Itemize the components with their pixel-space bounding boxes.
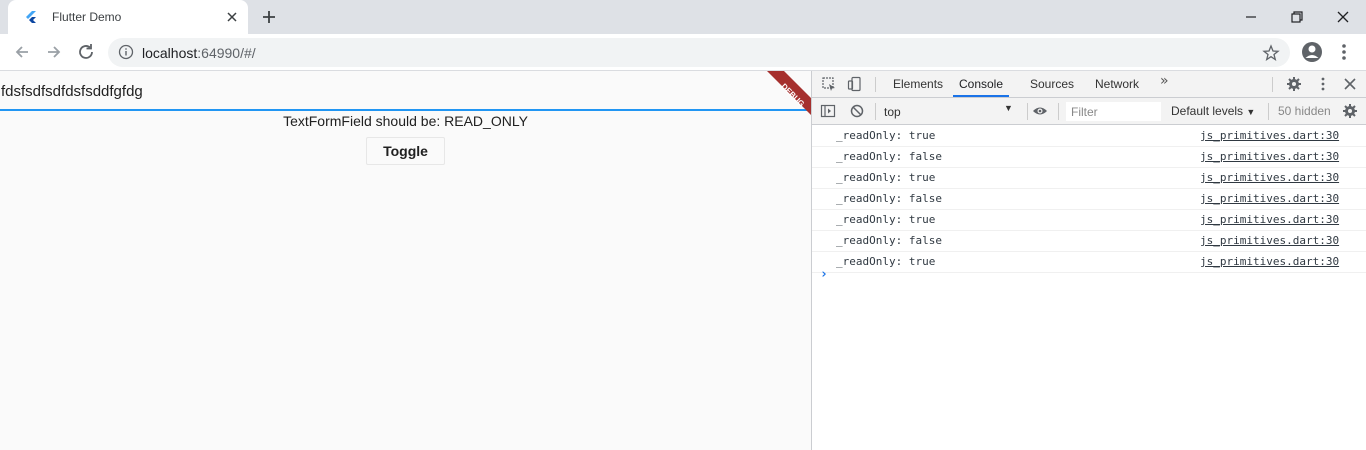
console-message: _readOnly: false js_primitives.dart:30 — [812, 189, 1366, 210]
address-bar[interactable]: localhost:64990/#/ — [108, 38, 1290, 67]
console-message-text: _readOnly: true — [836, 255, 936, 268]
log-levels-dropdown-icon: ▼ — [1246, 107, 1256, 117]
source-link[interactable]: js_primitives.dart:30 — [1200, 150, 1339, 163]
tab-strip: Flutter Demo — [0, 0, 1366, 34]
bookmark-star-icon[interactable] — [1262, 44, 1280, 62]
console-message-text: _readOnly: false — [836, 234, 942, 247]
tab-sources[interactable]: Sources — [1030, 71, 1074, 97]
status-text: TextFormField should be: READ_ONLY — [283, 113, 528, 129]
restore-icon[interactable] — [1286, 6, 1308, 28]
source-link[interactable]: js_primitives.dart:30 — [1200, 171, 1339, 184]
console-message: _readOnly: true js_primitives.dart:30 — [812, 126, 1366, 147]
toolbar-divider — [875, 103, 876, 120]
console-filter-input[interactable]: Filter — [1066, 102, 1161, 121]
site-info-icon[interactable] — [118, 44, 134, 60]
back-icon[interactable] — [10, 40, 34, 64]
console-message-text: _readOnly: false — [836, 192, 942, 205]
source-link[interactable]: js_primitives.dart:30 — [1200, 234, 1339, 247]
url-text: localhost:64990/#/ — [142, 45, 256, 61]
live-expression-eye-icon[interactable] — [1032, 103, 1048, 119]
toolbar-divider — [1268, 103, 1269, 120]
clear-console-icon[interactable] — [849, 103, 865, 119]
reload-icon[interactable] — [74, 40, 98, 64]
device-toolbar-icon[interactable] — [847, 76, 863, 92]
toolbar-divider — [1058, 103, 1059, 120]
forward-icon[interactable] — [42, 40, 66, 64]
console-log-list: _readOnly: true js_primitives.dart:30 _r… — [812, 126, 1366, 273]
devtools-tab-bar: Elements Console Sources Network » — [812, 71, 1366, 98]
minimize-icon[interactable] — [1240, 6, 1262, 28]
console-settings-gear-icon[interactable] — [1342, 103, 1358, 119]
browser-menu-icon[interactable] — [1334, 40, 1354, 64]
console-message-text: _readOnly: true — [836, 213, 936, 226]
source-link[interactable]: js_primitives.dart:30 — [1200, 129, 1339, 142]
devtools-panel: Elements Console Sources Network » top ▼… — [811, 71, 1366, 450]
console-toolbar: top ▼ Filter Default levels ▼ 50 hidden — [812, 98, 1366, 125]
console-message: _readOnly: false js_primitives.dart:30 — [812, 231, 1366, 252]
console-message: _readOnly: true js_primitives.dart:30 — [812, 252, 1366, 273]
source-link[interactable]: js_primitives.dart:30 — [1200, 213, 1339, 226]
source-link[interactable]: js_primitives.dart:30 — [1200, 255, 1339, 268]
tab-console[interactable]: Console — [953, 71, 1009, 97]
context-select[interactable]: top — [884, 105, 901, 119]
toolbar-divider — [1027, 103, 1028, 120]
tab-divider — [1272, 77, 1273, 92]
browser-toolbar: localhost:64990/#/ — [0, 34, 1366, 71]
console-message: _readOnly: true js_primitives.dart:30 — [812, 210, 1366, 231]
close-window-icon[interactable] — [1332, 6, 1354, 28]
console-prompt-chevron-icon[interactable]: › — [820, 267, 828, 282]
devtools-menu-icon[interactable] — [1315, 76, 1331, 92]
log-levels-label: Default levels — [1171, 104, 1244, 118]
close-tab-icon[interactable] — [223, 8, 241, 26]
tab-divider — [875, 77, 876, 92]
tab-title: Flutter Demo — [52, 10, 122, 24]
console-message: _readOnly: true js_primitives.dart:30 — [812, 168, 1366, 189]
text-form-field[interactable]: fdsfsdfsdfdsfsddfgfdg — [0, 81, 811, 111]
close-devtools-icon[interactable] — [1342, 76, 1358, 92]
console-message-text: _readOnly: true — [836, 171, 936, 184]
browser-tab[interactable]: Flutter Demo — [8, 0, 248, 34]
console-message-text: _readOnly: false — [836, 150, 942, 163]
url-path: :64990/#/ — [197, 45, 256, 61]
settings-gear-icon[interactable] — [1286, 76, 1302, 92]
inspect-element-icon[interactable] — [821, 76, 837, 92]
context-dropdown-icon[interactable]: ▼ — [1004, 103, 1013, 113]
toggle-button[interactable]: Toggle — [366, 137, 445, 165]
console-message: _readOnly: false js_primitives.dart:30 — [812, 147, 1366, 168]
hidden-messages-count: 50 hidden — [1278, 104, 1331, 118]
log-levels-dropdown[interactable]: Default levels ▼ — [1171, 104, 1255, 118]
console-message-text: _readOnly: true — [836, 129, 936, 142]
tab-elements[interactable]: Elements — [893, 71, 943, 97]
app-viewport: fdsfsdfsdfdsfsddfgfdg TextFormField shou… — [0, 71, 811, 450]
url-host: localhost — [142, 45, 198, 61]
tab-network[interactable]: Network — [1095, 71, 1139, 97]
new-tab-icon[interactable] — [259, 7, 279, 27]
flutter-logo-icon — [26, 11, 36, 23]
text-field-value: fdsfsdfsdfdsfsddfgfdg — [1, 83, 143, 100]
more-tabs-chevron-icon[interactable]: » — [1160, 73, 1169, 89]
source-link[interactable]: js_primitives.dart:30 — [1200, 192, 1339, 205]
sidebar-toggle-icon[interactable] — [820, 103, 836, 119]
profile-avatar-icon[interactable] — [1300, 40, 1324, 64]
